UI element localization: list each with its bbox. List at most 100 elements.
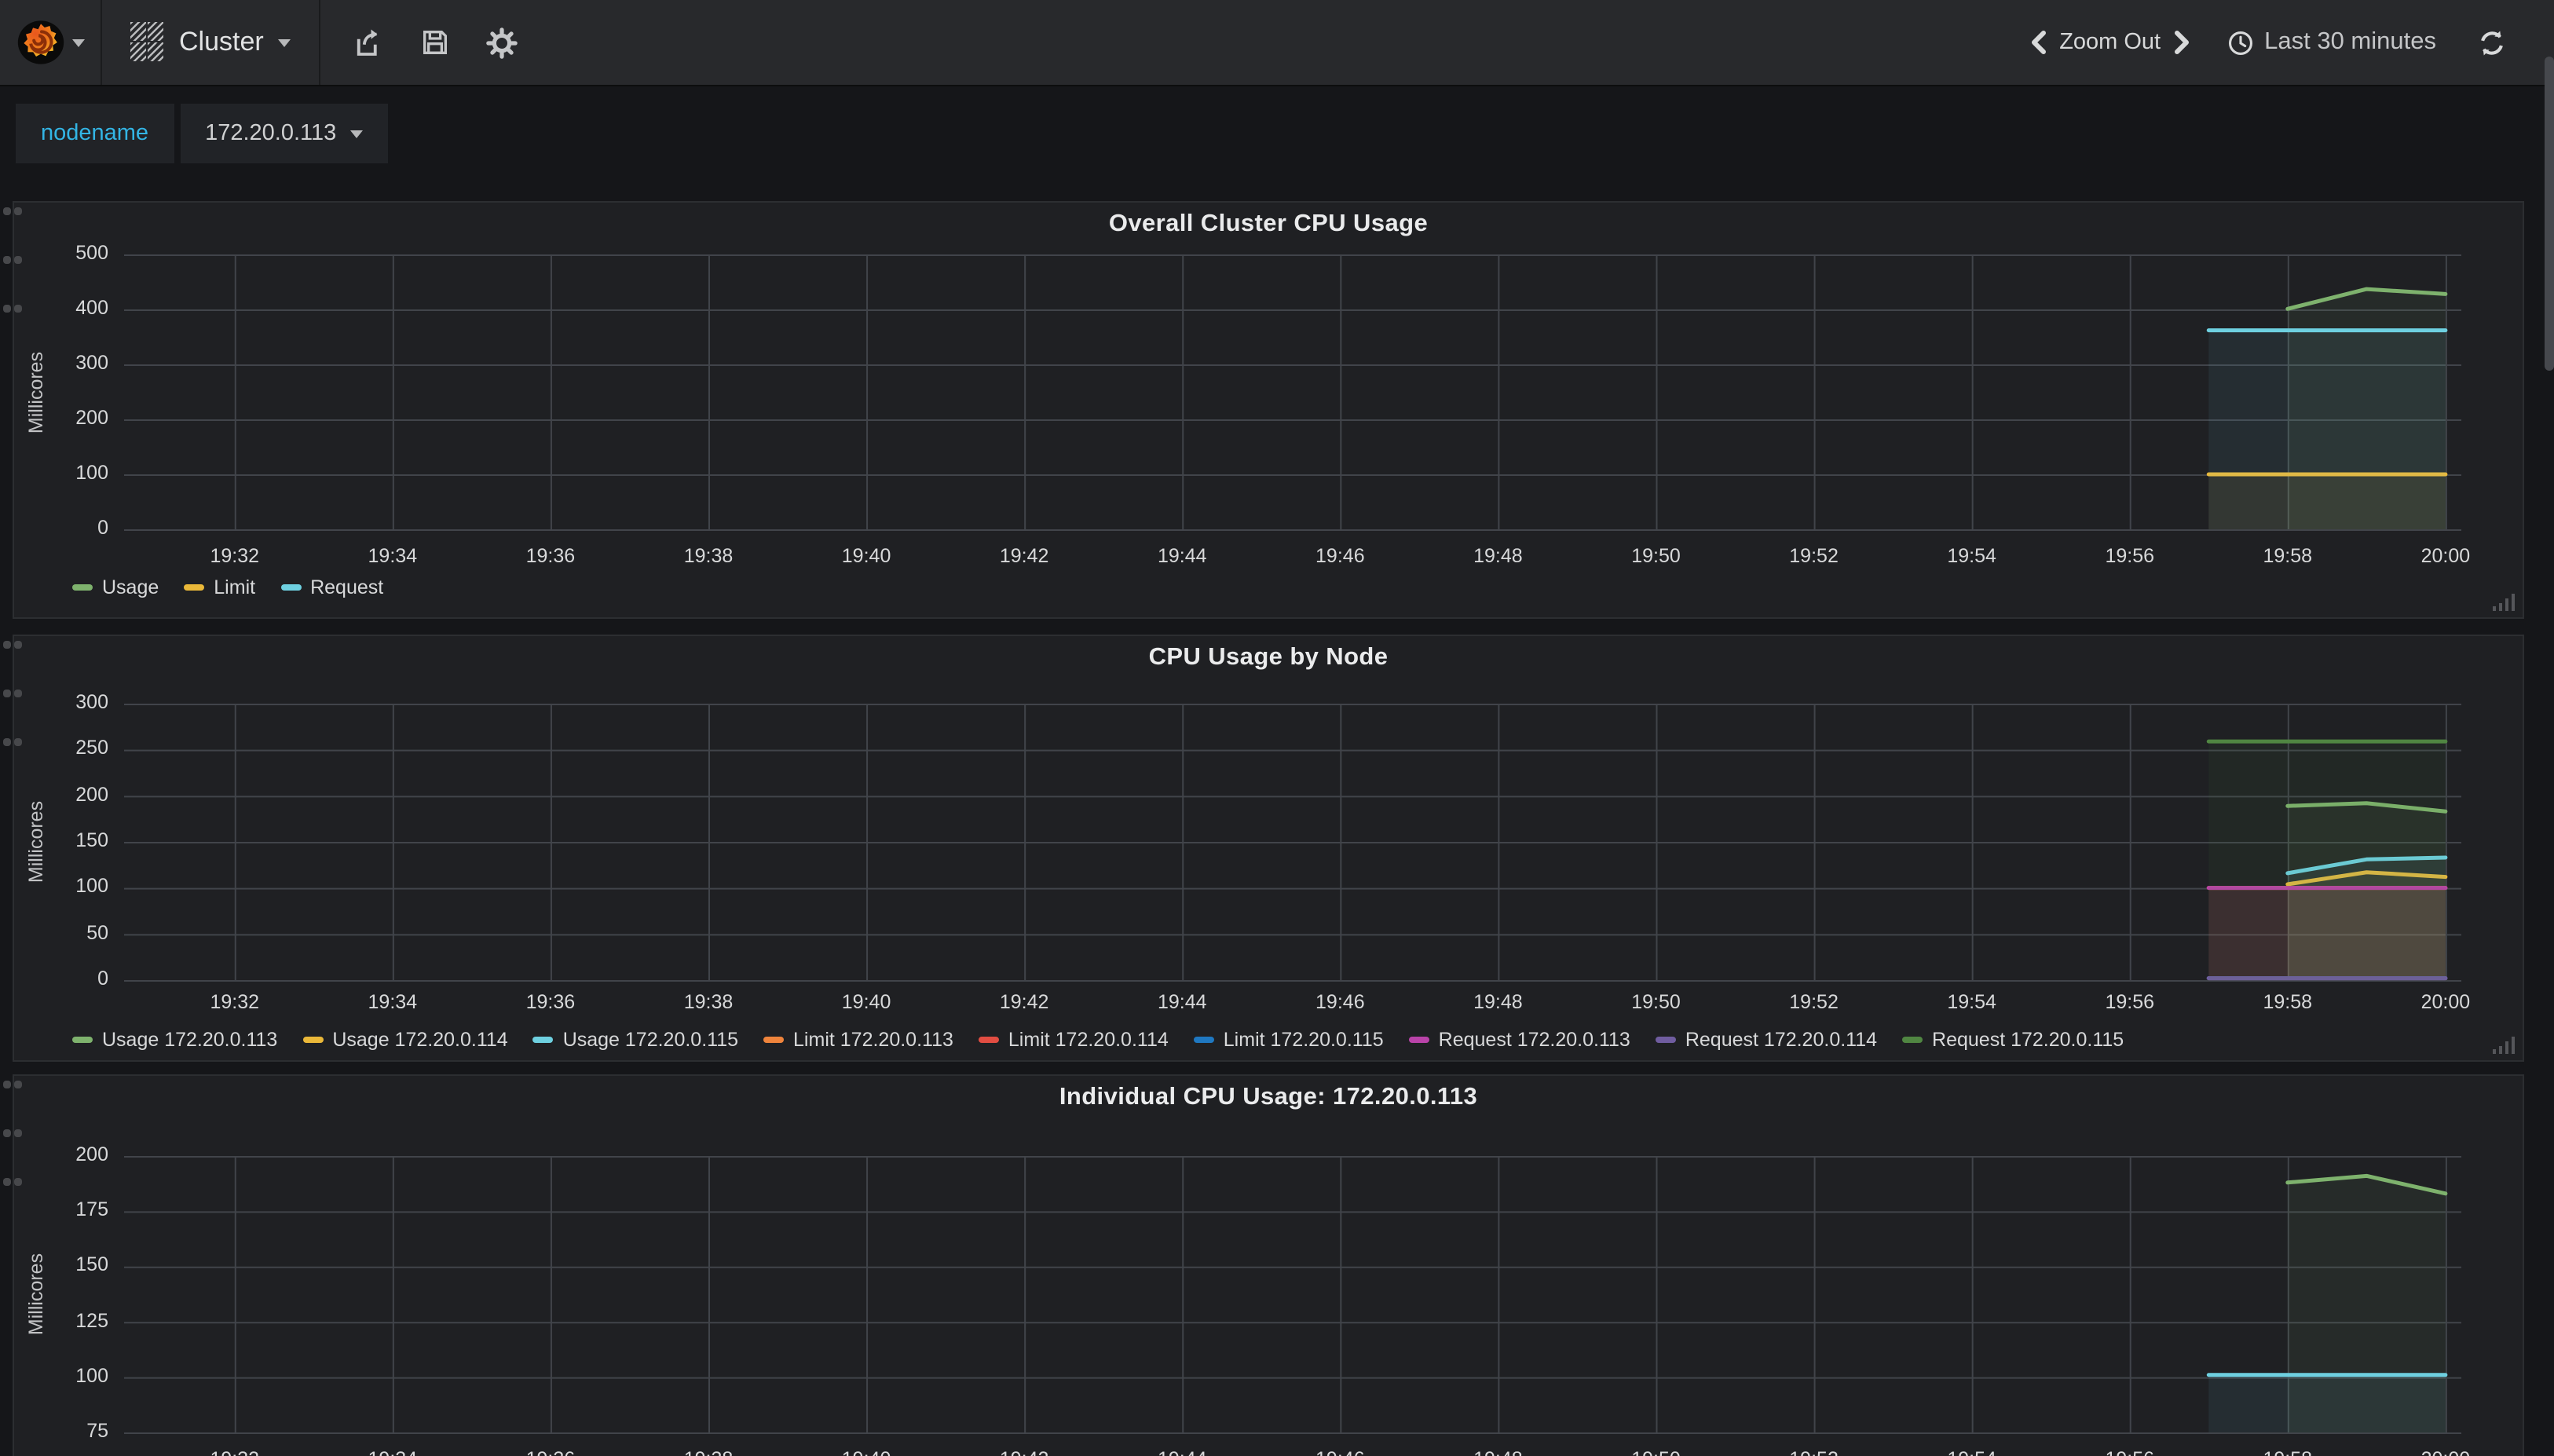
- legend-swatch: [72, 584, 93, 591]
- x-tick-label: 19:40: [819, 1448, 913, 1456]
- x-tick-label: 19:42: [977, 1448, 1071, 1456]
- y-tick-label: 400: [14, 297, 108, 319]
- x-tick-label: 19:58: [2241, 1448, 2335, 1456]
- legend-item-Usage[interactable]: Usage: [72, 576, 159, 598]
- y-tick-label: 200: [14, 407, 108, 429]
- y-tick-label: 250: [14, 737, 108, 759]
- x-tick-label: 19:34: [346, 991, 440, 1013]
- y-tick-label: 300: [14, 352, 108, 374]
- y-tick-label: 100: [14, 462, 108, 484]
- x-tick-label: 19:54: [1925, 545, 2019, 567]
- scrollbar-thumb[interactable]: [2545, 57, 2554, 371]
- x-tick-label: 19:32: [188, 991, 282, 1013]
- x-tick-label: 19:38: [661, 991, 756, 1013]
- legend-label: Request 172.20.0.113: [1439, 1029, 1630, 1051]
- y-tick-label: 125: [14, 1309, 108, 1331]
- caret-down-icon: [350, 130, 363, 137]
- y-tick-label: 75: [14, 1420, 108, 1442]
- variable-label-nodename: nodename: [16, 104, 174, 163]
- series-area: [2208, 1375, 2446, 1432]
- legend-label: Request: [310, 576, 383, 598]
- legend-swatch: [184, 584, 204, 591]
- legend-item-Usage 172.20.0.115[interactable]: Usage 172.20.0.115: [533, 1029, 738, 1051]
- y-tick-label: 200: [14, 1143, 108, 1165]
- x-tick-label: 19:54: [1925, 991, 2019, 1013]
- legend-swatch: [533, 1037, 554, 1043]
- legend-item-Limit 172.20.0.113[interactable]: Limit 172.20.0.113: [763, 1029, 953, 1051]
- panel-drag-handle[interactable]: [3, 1081, 22, 1186]
- legend-swatch: [1409, 1037, 1429, 1043]
- panel-cpu-usage-by-node: CPU Usage by Node Millicores 05010015020…: [13, 635, 2524, 1062]
- y-tick-label: 0: [14, 968, 108, 990]
- x-tick-label: 19:44: [1135, 545, 1229, 567]
- y-tick-label: 50: [14, 921, 108, 943]
- x-tick-label: 20:00: [2398, 545, 2493, 567]
- x-tick-label: 19:32: [188, 545, 282, 567]
- series-area: [2208, 741, 2446, 980]
- series-area: [2208, 331, 2446, 529]
- navbar: Cluster Zoom Out: [0, 0, 2554, 86]
- y-tick-label: 150: [14, 1254, 108, 1276]
- x-tick-label: 20:00: [2398, 1448, 2493, 1456]
- x-tick-label: 19:36: [503, 545, 598, 567]
- dashboard-grid-icon: [130, 22, 165, 63]
- clock-icon: [2227, 29, 2253, 56]
- legend-label: Usage: [102, 576, 159, 598]
- legend-item-Request[interactable]: Request: [280, 576, 383, 598]
- x-tick-label: 19:34: [346, 1448, 440, 1456]
- x-tick-label: 19:50: [1608, 545, 1703, 567]
- x-tick-label: 19:56: [2083, 545, 2177, 567]
- legend-label: Limit 172.20.0.114: [1008, 1029, 1169, 1051]
- dashboard-picker[interactable]: Cluster: [102, 0, 320, 85]
- panel-drag-handle[interactable]: [3, 641, 22, 746]
- x-tick-label: 19:34: [346, 545, 440, 567]
- legend-item-Limit 172.20.0.114[interactable]: Limit 172.20.0.114: [979, 1029, 1169, 1051]
- y-tick-label: 300: [14, 691, 108, 713]
- x-tick-label: 19:36: [503, 1448, 598, 1456]
- legend-label: Limit 172.20.0.113: [793, 1029, 953, 1051]
- page-scrollbar: [2545, 0, 2554, 1456]
- legend-swatch: [302, 1037, 323, 1043]
- x-tick-label: 19:36: [503, 991, 598, 1013]
- legend-label: Request 172.20.0.114: [1685, 1029, 1877, 1051]
- grafana-main-menu[interactable]: [0, 0, 102, 85]
- chevron-left-icon: [2028, 30, 2050, 55]
- variable-value-dropdown[interactable]: 172.20.0.113: [180, 104, 388, 163]
- x-tick-label: 19:40: [819, 991, 913, 1013]
- legend-item-Limit 172.20.0.115[interactable]: Limit 172.20.0.115: [1194, 1029, 1384, 1051]
- legend-item-Limit[interactable]: Limit: [184, 576, 255, 598]
- legend-item-Usage 172.20.0.114[interactable]: Usage 172.20.0.114: [302, 1029, 507, 1051]
- save-icon: [419, 27, 451, 58]
- gear-icon: [485, 26, 518, 59]
- zoom-out-button[interactable]: Zoom Out: [2050, 24, 2170, 61]
- x-tick-label: 19:58: [2241, 545, 2335, 567]
- legend-label: Limit 172.20.0.115: [1224, 1029, 1384, 1051]
- panel-drag-handle[interactable]: [3, 207, 22, 313]
- x-tick-label: 19:46: [1293, 545, 1387, 567]
- dashboard-title: Cluster: [179, 27, 264, 58]
- legend-item-Request 172.20.0.115[interactable]: Request 172.20.0.115: [1902, 1029, 2124, 1051]
- legend-item-Usage 172.20.0.113[interactable]: Usage 172.20.0.113: [72, 1029, 277, 1051]
- share-button[interactable]: [352, 26, 385, 59]
- settings-button[interactable]: [485, 26, 518, 59]
- time-forward-button[interactable]: [2170, 30, 2192, 55]
- x-tick-label: 20:00: [2398, 991, 2493, 1013]
- chart-plot[interactable]: [14, 1076, 2523, 1456]
- time-controls: Zoom Out Last 30 minutes: [2028, 0, 2554, 85]
- x-tick-label: 19:40: [819, 545, 913, 567]
- legend-swatch: [763, 1037, 784, 1043]
- refresh-button[interactable]: [2477, 27, 2507, 57]
- x-tick-label: 19:46: [1293, 1448, 1387, 1456]
- time-back-button[interactable]: [2028, 30, 2050, 55]
- x-tick-label: 19:56: [2083, 991, 2177, 1013]
- x-tick-label: 19:32: [188, 1448, 282, 1456]
- time-range-picker[interactable]: Last 30 minutes: [2227, 28, 2436, 57]
- save-button[interactable]: [419, 27, 451, 58]
- legend-item-Request 172.20.0.114[interactable]: Request 172.20.0.114: [1656, 1029, 1877, 1051]
- panel-overall-cluster-cpu-usage: Overall Cluster CPU Usage Millicores 010…: [13, 201, 2524, 619]
- x-tick-label: 19:48: [1451, 545, 1545, 567]
- legend-swatch: [979, 1037, 999, 1043]
- y-tick-label: 100: [14, 1365, 108, 1387]
- legend-item-Request 172.20.0.113[interactable]: Request 172.20.0.113: [1409, 1029, 1630, 1051]
- share-icon: [352, 26, 385, 59]
